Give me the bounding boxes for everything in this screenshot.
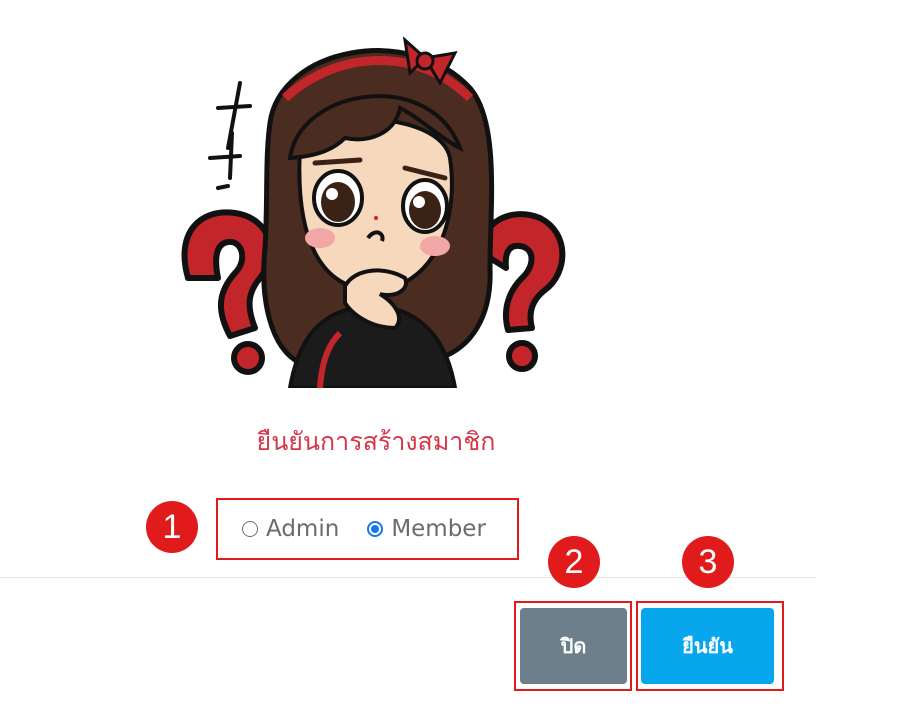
member-radio-button[interactable]: [367, 521, 384, 537]
annotation-badge-3: 3: [682, 536, 734, 588]
question-mark-icon: [181, 209, 274, 375]
dialog-title: ยืนยันการสร้างสมาชิก: [256, 427, 496, 456]
confused-girl-illustration: [181, 36, 566, 388]
admin-radio-button[interactable]: [242, 521, 258, 537]
role-radio-group: Admin Member: [216, 498, 519, 560]
confirm-button[interactable]: ยืนยัน: [641, 608, 774, 684]
admin-radio-label: Admin: [266, 516, 340, 542]
stress-lines-icon: [208, 81, 252, 190]
annotation-badge-2: 2: [548, 536, 600, 588]
role-option-admin[interactable]: Admin: [242, 516, 339, 542]
member-radio-label: Member: [391, 516, 486, 542]
question-mark-icon: [478, 211, 566, 372]
role-option-member[interactable]: Member: [367, 516, 486, 542]
close-button[interactable]: ปิด: [520, 608, 627, 684]
annotation-badge-1: 1: [146, 501, 198, 553]
